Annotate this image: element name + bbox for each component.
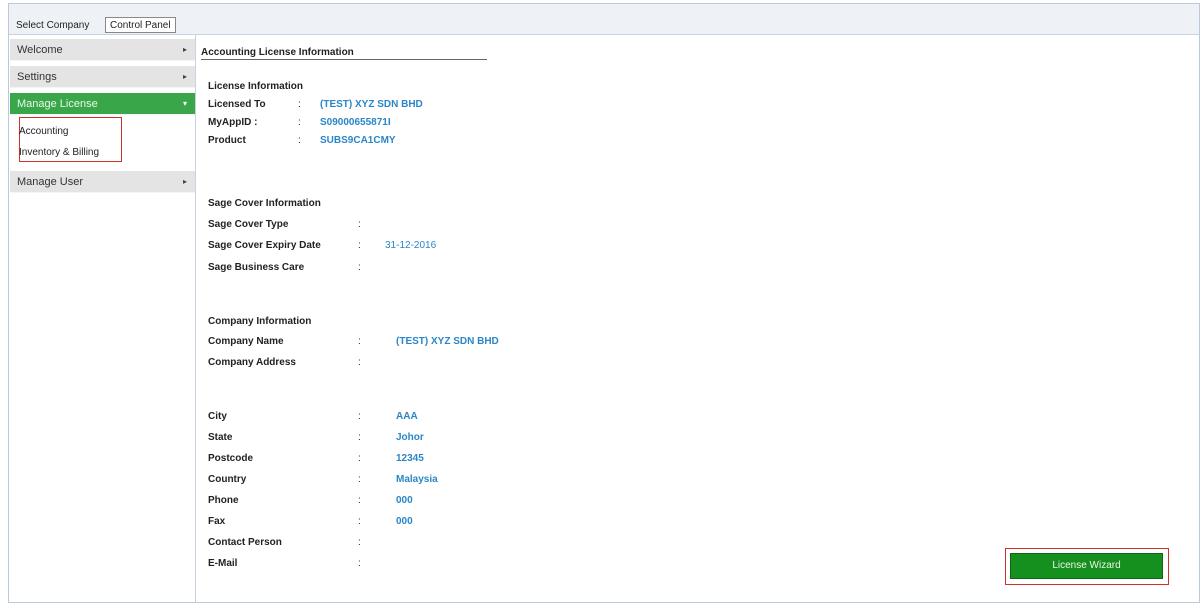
sage-business-care-label: Sage Business Care <box>208 262 305 273</box>
fax-label: Fax <box>208 516 226 527</box>
sidebar-item-welcome[interactable]: Welcome ▸ <box>10 39 195 61</box>
state-label: State <box>208 432 233 443</box>
colon: : <box>358 537 361 548</box>
colon: : <box>358 474 361 485</box>
app-frame: Select Company Control Panel Welcome ▸ S… <box>8 3 1200 603</box>
sidebar-subitem-inventory-billing[interactable]: Inventory & Billing <box>19 147 99 158</box>
chevron-right-icon: ▸ <box>182 177 187 186</box>
sidebar-item-manage-license[interactable]: Manage License ▾ <box>10 93 195 115</box>
phone-value: 000 <box>396 495 413 506</box>
city-label: City <box>208 411 227 422</box>
page-title: Accounting License Information <box>201 47 487 60</box>
colon: : <box>298 117 301 128</box>
myappid-label: MyAppID : <box>208 117 258 128</box>
colon: : <box>298 99 301 110</box>
tab-select-company[interactable]: Select Company <box>12 18 93 33</box>
email-label: E-Mail <box>208 558 238 569</box>
colon: : <box>358 411 361 422</box>
sage-expiry-value: 31-12-2016 <box>385 240 437 251</box>
sage-cover-type-label: Sage Cover Type <box>208 219 289 230</box>
colon: : <box>358 219 361 230</box>
colon: : <box>358 558 361 569</box>
colon: : <box>358 516 361 527</box>
sidebar-item-manage-user[interactable]: Manage User ▸ <box>10 171 195 193</box>
product-label: Product <box>208 135 246 146</box>
colon: : <box>358 357 361 368</box>
postcode-value: 12345 <box>396 453 424 464</box>
sidebar-item-settings[interactable]: Settings ▸ <box>10 66 195 88</box>
company-address-label: Company Address <box>208 357 296 368</box>
fax-value: 000 <box>396 516 413 527</box>
company-name-value: (TEST) XYZ SDN BHD <box>396 336 499 347</box>
postcode-label: Postcode <box>208 453 254 464</box>
sidebar-item-label: Settings <box>17 71 57 83</box>
product-value: SUBS9CA1CMY <box>320 135 396 146</box>
sidebar: Welcome ▸ Settings ▸ Manage License ▾ Ac… <box>9 35 196 602</box>
sidebar-item-label: Manage License <box>17 98 98 110</box>
tab-control-panel[interactable]: Control Panel <box>105 17 176 33</box>
city-value: AAA <box>396 411 418 422</box>
colon: : <box>358 336 361 347</box>
chevron-right-icon: ▸ <box>182 45 187 54</box>
license-wizard-button[interactable]: License Wizard <box>1010 553 1163 579</box>
state-value: Johor <box>396 432 424 443</box>
chevron-right-icon: ▸ <box>182 72 187 81</box>
colon: : <box>358 453 361 464</box>
sidebar-item-label: Welcome <box>17 44 63 56</box>
sidebar-subitem-accounting[interactable]: Accounting <box>19 126 68 137</box>
contact-person-label: Contact Person <box>208 537 282 548</box>
tab-bar: Select Company Control Panel <box>9 4 1199 35</box>
sidebar-item-label: Manage User <box>17 176 84 188</box>
chevron-down-icon: ▾ <box>182 99 187 108</box>
colon: : <box>358 262 361 273</box>
country-value: Malaysia <box>396 474 438 485</box>
sage-expiry-label: Sage Cover Expiry Date <box>208 240 321 251</box>
licensed-to-label: Licensed To <box>208 99 266 110</box>
company-name-label: Company Name <box>208 336 284 347</box>
myappid-value: S09000655871I <box>320 117 391 128</box>
phone-label: Phone <box>208 495 239 506</box>
colon: : <box>358 240 361 251</box>
colon: : <box>358 432 361 443</box>
wizard-highlight: License Wizard <box>1005 548 1169 585</box>
main-panel: Accounting License Information License I… <box>196 35 1199 602</box>
colon: : <box>298 135 301 146</box>
company-heading: Company Information <box>208 316 312 327</box>
colon: : <box>358 495 361 506</box>
country-label: Country <box>208 474 247 485</box>
license-heading: License Information <box>208 81 304 92</box>
sage-heading: Sage Cover Information <box>208 198 321 209</box>
licensed-to-value: (TEST) XYZ SDN BHD <box>320 99 423 110</box>
